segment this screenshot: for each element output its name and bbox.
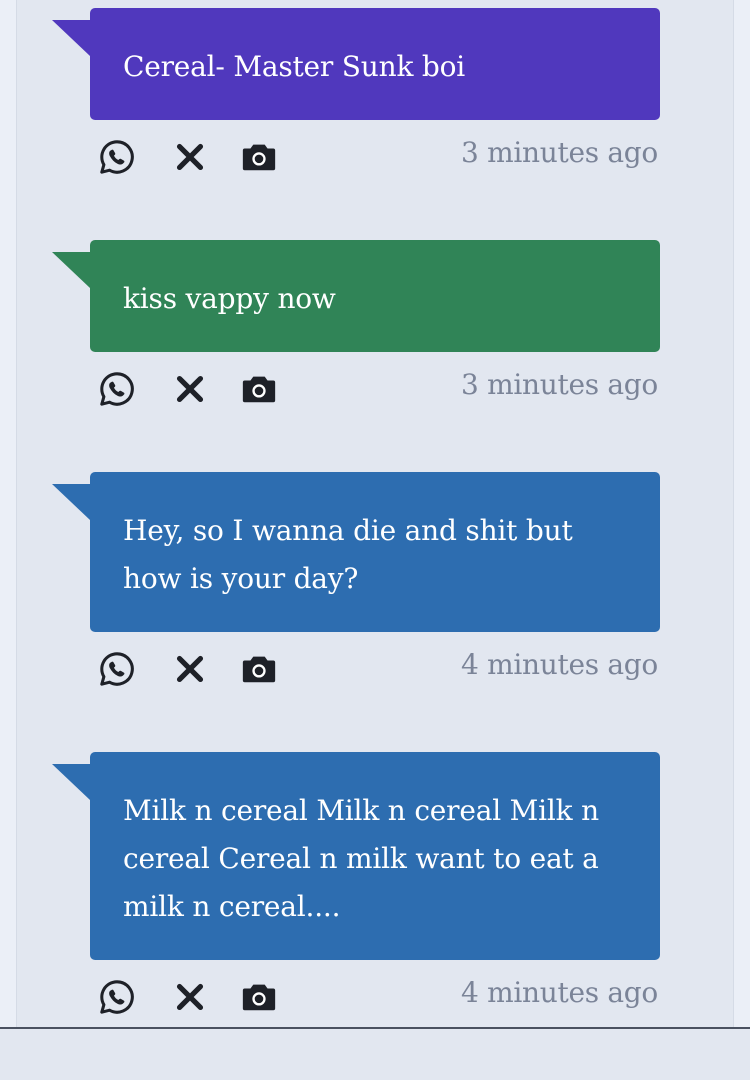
message-bubble: kiss vappy now: [90, 240, 660, 352]
bubble-tail: [52, 20, 90, 56]
message-card: Milk n cereal Milk n cereal Milk n cerea…: [52, 752, 660, 1032]
message-bubble: Cereal- Master Sunk boi: [90, 8, 660, 120]
message-text: kiss vappy now: [123, 282, 336, 315]
bubble-tail: [52, 484, 90, 520]
message-feed: Cereal- Master Sunk boi 3 minutes ago ki…: [52, 8, 660, 1080]
close-icon[interactable]: [171, 138, 209, 176]
timestamp: 4 minutes ago: [461, 648, 658, 681]
whatsapp-icon[interactable]: [98, 370, 136, 408]
message-card: kiss vappy now 3 minutes ago: [52, 240, 660, 424]
camera-icon[interactable]: [240, 650, 278, 688]
camera-icon[interactable]: [240, 370, 278, 408]
right-gutter: [733, 0, 750, 1029]
left-gutter: [0, 0, 17, 1029]
camera-icon[interactable]: [240, 978, 278, 1016]
timestamp: 3 minutes ago: [461, 368, 658, 401]
message-card: Hey, so I wanna die and shit but how is …: [52, 472, 660, 704]
message-text: Milk n cereal Milk n cereal Milk n cerea…: [123, 794, 599, 923]
timestamp: 4 minutes ago: [461, 976, 658, 1009]
message-bubble: Hey, so I wanna die and shit but how is …: [90, 472, 660, 632]
timestamp: 3 minutes ago: [461, 136, 658, 169]
message-text: Cereal- Master Sunk boi: [123, 50, 466, 83]
camera-icon[interactable]: [240, 138, 278, 176]
whatsapp-icon[interactable]: [98, 138, 136, 176]
message-actions: 4 minutes ago: [90, 960, 660, 1032]
bubble-tail: [52, 764, 90, 800]
bubble-tail: [52, 252, 90, 288]
close-icon[interactable]: [171, 978, 209, 1016]
close-icon[interactable]: [171, 650, 209, 688]
message-actions: 3 minutes ago: [90, 352, 660, 424]
message-bubble: Milk n cereal Milk n cereal Milk n cerea…: [90, 752, 660, 960]
whatsapp-icon[interactable]: [98, 978, 136, 1016]
message-actions: 4 minutes ago: [90, 632, 660, 704]
whatsapp-icon[interactable]: [98, 650, 136, 688]
message-card: Cereal- Master Sunk boi 3 minutes ago: [52, 8, 660, 192]
message-actions: 3 minutes ago: [90, 120, 660, 192]
close-icon[interactable]: [171, 370, 209, 408]
message-text: Hey, so I wanna die and shit but how is …: [123, 514, 573, 595]
